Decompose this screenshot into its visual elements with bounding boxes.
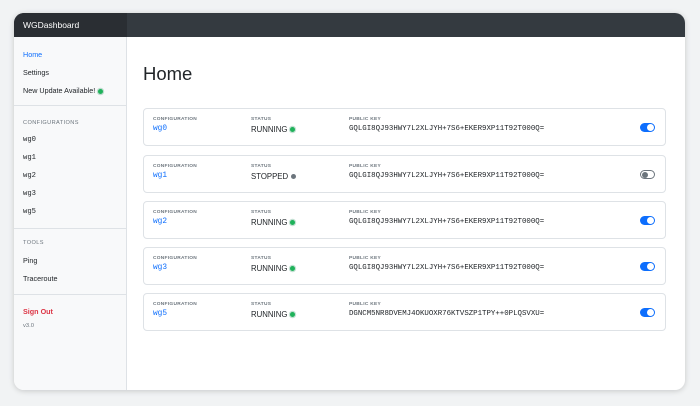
status-label: STATUS (251, 210, 272, 215)
configuration-label: CONFIGURATION (153, 117, 198, 122)
status-text: RUNNING (251, 125, 288, 134)
configuration-toggle[interactable] (640, 123, 655, 132)
public-key-value: GQLGI8QJ93HWY7L2XLJYH+7S6+EKER9XP11T92T0… (349, 125, 545, 133)
sidebar-divider (14, 228, 126, 229)
public-key-label: PUBLIC KEY (349, 117, 382, 122)
toggle-knob (647, 309, 654, 316)
top-navbar: WGDashboard (14, 13, 685, 37)
app-brand[interactable]: WGDashboard (14, 13, 127, 37)
status-value: RUNNING (251, 125, 296, 134)
configurations-section-title: CONFIGURATIONS (23, 120, 79, 126)
sidebar-item-settings[interactable]: Settings (23, 68, 49, 77)
update-indicator-icon (98, 88, 104, 94)
configuration-name[interactable]: wg0 (153, 125, 167, 133)
configuration-card: CONFIGURATION wg2 STATUS RUNNING PUBLIC … (143, 201, 666, 239)
status-dot-icon (290, 266, 296, 272)
sidebar-item-wg0[interactable]: wg0 (23, 136, 36, 144)
configuration-card: CONFIGURATION wg0 STATUS RUNNING PUBLIC … (143, 108, 666, 146)
sidebar-item-wg1[interactable]: wg1 (23, 154, 36, 162)
configuration-name[interactable]: wg3 (153, 264, 167, 272)
configuration-card: CONFIGURATION wg3 STATUS RUNNING PUBLIC … (143, 247, 666, 285)
public-key-value: DGNCM5NR8DVEMJ4OKUOXR76KTVSZP1TPY++0PLQS… (349, 310, 545, 318)
sidebar-item-wg3[interactable]: wg3 (23, 190, 36, 198)
status-value: RUNNING (251, 310, 296, 319)
configuration-toggle[interactable] (640, 262, 655, 271)
public-key-value: GQLGI8QJ93HWY7L2XLJYH+7S6+EKER9XP11T92T0… (349, 218, 545, 226)
status-dot-icon (290, 220, 296, 226)
sidebar-item-home[interactable]: Home (23, 50, 42, 59)
configuration-toggle[interactable] (640, 308, 655, 317)
public-key-label: PUBLIC KEY (349, 256, 382, 261)
configuration-label: CONFIGURATION (153, 302, 198, 307)
public-key-value: GQLGI8QJ93HWY7L2XLJYH+7S6+EKER9XP11T92T0… (349, 264, 545, 272)
sidebar-item-traceroute[interactable]: Traceroute (23, 274, 58, 283)
status-label: STATUS (251, 164, 272, 169)
status-text: RUNNING (251, 264, 288, 273)
sign-out-button[interactable]: Sign Out (23, 307, 53, 316)
configuration-name[interactable]: wg1 (153, 172, 167, 180)
status-label: STATUS (251, 256, 272, 261)
sidebar: Home Settings New Update Available! CONF… (14, 37, 127, 390)
configuration-name[interactable]: wg2 (153, 218, 167, 226)
update-label: New Update Available! (23, 86, 96, 95)
toggle-knob (647, 263, 654, 270)
version-label: v3.0 (23, 323, 34, 329)
status-text: STOPPED (251, 172, 289, 181)
configuration-card: CONFIGURATION wg1 STATUS STOPPED PUBLIC … (143, 155, 666, 193)
public-key-label: PUBLIC KEY (349, 164, 382, 169)
status-label: STATUS (251, 302, 272, 307)
sidebar-divider (14, 105, 126, 106)
status-value: RUNNING (251, 264, 296, 273)
public-key-label: PUBLIC KEY (349, 210, 382, 215)
sidebar-item-update[interactable]: New Update Available! (23, 86, 104, 95)
toggle-knob (647, 124, 654, 131)
public-key-value: GQLGI8QJ93HWY7L2XLJYH+7S6+EKER9XP11T92T0… (349, 172, 545, 180)
app-window: WGDashboard Home Settings New Update Ava… (14, 13, 685, 390)
configuration-name[interactable]: wg5 (153, 310, 167, 318)
main-content: Home CONFIGURATION wg0 STATUS RUNNING PU… (127, 37, 685, 390)
sidebar-item-ping[interactable]: Ping (23, 256, 37, 265)
status-dot-icon (290, 312, 296, 318)
status-label: STATUS (251, 117, 272, 122)
status-value: STOPPED (251, 172, 297, 181)
page-title: Home (143, 63, 193, 84)
status-dot-icon (290, 127, 296, 133)
status-text: RUNNING (251, 218, 288, 227)
status-text: RUNNING (251, 310, 288, 319)
toggle-knob (642, 171, 648, 178)
configuration-label: CONFIGURATION (153, 210, 198, 215)
toggle-knob (647, 217, 654, 224)
sidebar-divider (14, 294, 126, 295)
sidebar-item-wg2[interactable]: wg2 (23, 172, 36, 180)
configuration-toggle[interactable] (640, 170, 655, 179)
configuration-card: CONFIGURATION wg5 STATUS RUNNING PUBLIC … (143, 293, 666, 331)
public-key-label: PUBLIC KEY (349, 302, 382, 307)
status-value: RUNNING (251, 218, 296, 227)
configuration-label: CONFIGURATION (153, 256, 198, 261)
tools-section-title: TOOLS (23, 240, 44, 246)
sidebar-item-wg5[interactable]: wg5 (23, 208, 36, 216)
configuration-label: CONFIGURATION (153, 164, 198, 169)
status-dot-icon (291, 174, 297, 180)
configuration-toggle[interactable] (640, 216, 655, 225)
